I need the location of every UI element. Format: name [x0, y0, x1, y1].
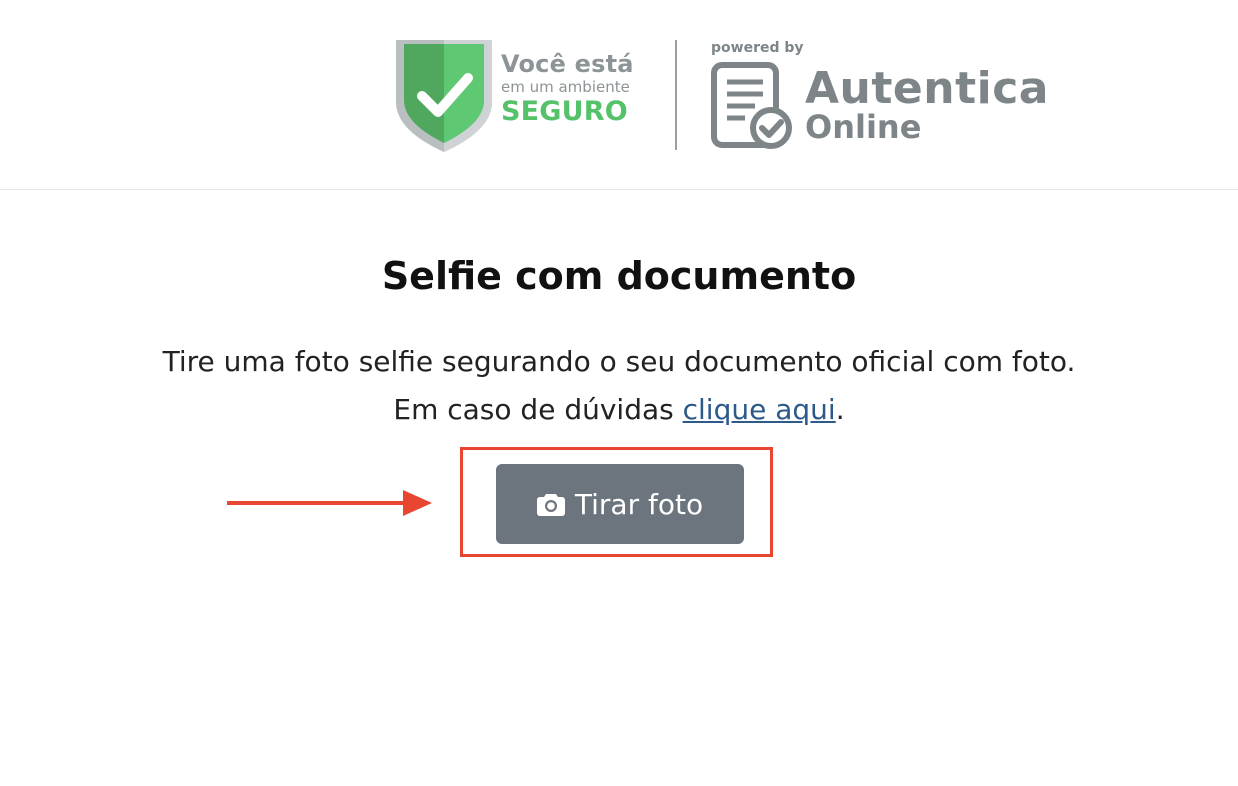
help-link[interactable]: clique aqui: [683, 393, 836, 426]
badge-line-1: Você está: [501, 50, 634, 78]
take-photo-button[interactable]: Tirar foto: [496, 464, 744, 544]
camera-icon: [536, 494, 565, 516]
header: Você está em um ambiente SEGURO powered …: [0, 0, 1238, 190]
badge-line-3: SEGURO: [501, 96, 628, 127]
shield-check-icon: [396, 40, 492, 152]
arrow-right-icon: [227, 490, 432, 516]
take-photo-label: Tirar foto: [574, 487, 704, 521]
brand-name-line-1: Autentica: [805, 63, 1049, 114]
secure-badge-text: Você está em um ambiente SEGURO: [501, 50, 634, 128]
powered-by-label: powered by: [711, 40, 804, 56]
header-divider: [675, 40, 677, 150]
document-check-icon: [711, 62, 792, 149]
instructions: Tire uma foto selfie segurando o seu doc…: [0, 338, 1238, 434]
page-title: Selfie com documento: [381, 254, 857, 298]
help-line: Em caso de dúvidas clique aqui.: [0, 386, 1238, 434]
brand-name-line-2: Online: [805, 108, 922, 146]
help-prefix: Em caso de dúvidas: [393, 393, 683, 426]
instruction-text: Tire uma foto selfie segurando o seu doc…: [162, 345, 1076, 378]
badge-line-2: em um ambiente: [501, 78, 630, 96]
help-suffix: .: [835, 393, 845, 426]
